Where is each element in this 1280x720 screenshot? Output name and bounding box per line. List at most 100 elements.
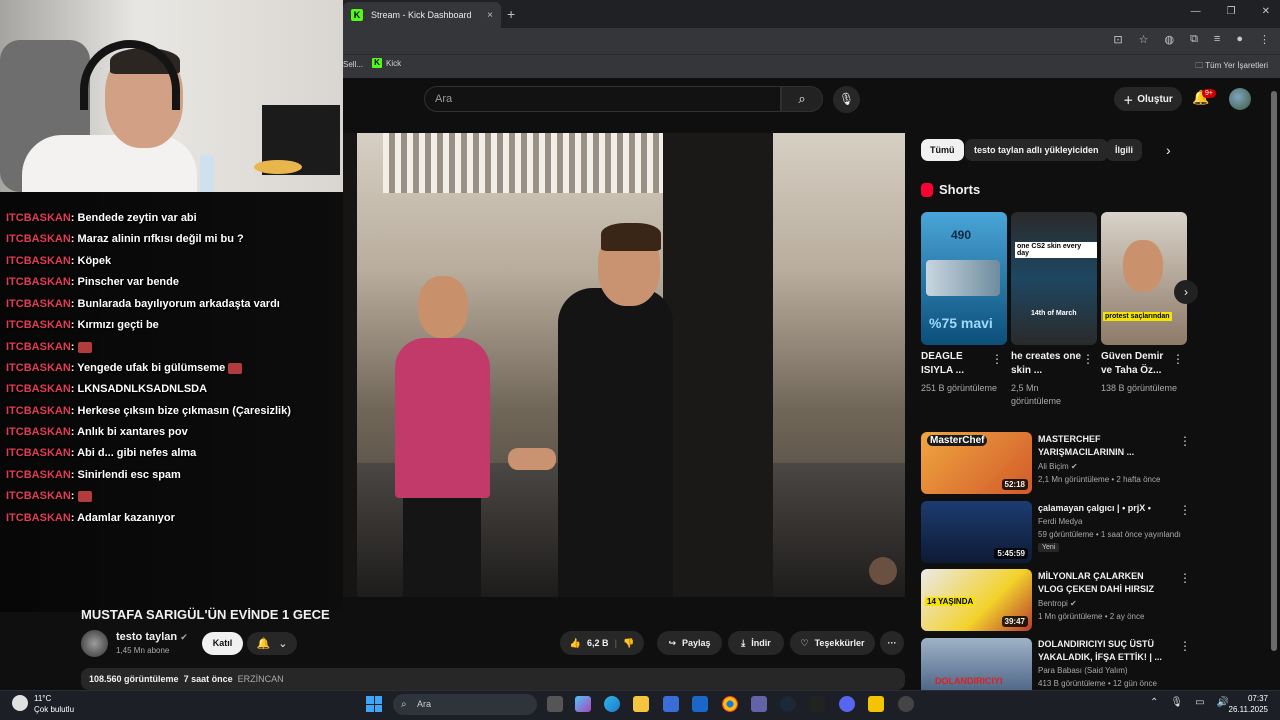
all-bookmarks[interactable]: 🗀 Tüm Yer İşaretleri — [1195, 60, 1268, 74]
page-scrollbar[interactable] — [1271, 86, 1277, 686]
new-tab-button[interactable]: + — [507, 6, 515, 22]
thumbnail-text: 14 YAŞINDA — [925, 597, 976, 606]
teams-icon[interactable] — [751, 696, 767, 712]
more-actions-button[interactable]: ··· — [880, 631, 904, 655]
related-video-title[interactable]: çalamayan çalgıcı | • prjX • — [1038, 502, 1163, 515]
related-video-channel[interactable]: Ferdi Medya — [1038, 517, 1082, 526]
taskbar-clock[interactable]: 07:37 26.11.2025 — [1228, 693, 1268, 715]
profile-icon[interactable]: ● — [1236, 33, 1243, 46]
like-icon[interactable]: 👍 — [570, 638, 581, 649]
chevron-right-icon[interactable]: › — [1166, 142, 1171, 158]
related-video-title[interactable]: DOLANDIRICIYI SUÇ ÜSTÜ YAKALADIK, İFŞA E… — [1038, 638, 1163, 664]
minimize-button[interactable]: — — [1191, 6, 1201, 17]
task-view-icon[interactable] — [547, 696, 563, 712]
subscription-notification-button[interactable]: 🔔 ⌄ — [247, 632, 297, 655]
voice-search-button[interactable]: 🎙 — [833, 86, 860, 113]
video-thumbnail[interactable]: MasterChef 52:18 — [921, 432, 1032, 494]
short-menu-icon[interactable]: ⋮ — [1172, 352, 1184, 366]
channel-name[interactable]: testo taylan ✔ — [116, 631, 188, 643]
divider: | — [614, 638, 618, 648]
display-icon[interactable]: ▭ — [1195, 697, 1204, 708]
app-icon[interactable] — [809, 696, 825, 712]
app-icon[interactable] — [868, 696, 884, 712]
emote-icon — [228, 362, 243, 374]
video-menu-icon[interactable]: ⋮ — [1179, 434, 1191, 448]
copilot-icon[interactable] — [575, 696, 591, 712]
join-button[interactable]: Katıl — [202, 632, 243, 655]
steam-icon[interactable] — [780, 696, 796, 712]
scrollbar-thumb[interactable] — [1271, 91, 1277, 651]
tab-close-icon[interactable]: × — [487, 10, 493, 21]
outlook-icon[interactable] — [692, 696, 708, 712]
video-menu-icon[interactable]: ⋮ — [1179, 571, 1191, 585]
menu-dots-icon[interactable]: ⋮ — [1259, 33, 1270, 46]
short-thumbnail[interactable]: 490 %75 mavi — [921, 212, 1007, 345]
install-app-icon[interactable]: ⊡ — [1113, 33, 1122, 46]
bookmark-kick[interactable]: K Kick — [372, 58, 401, 68]
short-title[interactable]: DEAGLE ISIYLA ... — [921, 350, 993, 378]
description-box[interactable]: 108.560 görüntüleme 7 saat önce ERZİNCAN — [81, 668, 905, 690]
related-video-channel[interactable]: Para Babası (Said Yalım) — [1038, 666, 1128, 675]
account-avatar[interactable] — [1229, 88, 1251, 110]
subscriber-count: 1,45 Mn abone — [116, 646, 170, 655]
related-video-channel[interactable]: Ali Biçim ✔ — [1038, 462, 1078, 471]
maximize-button[interactable]: ❐ — [1227, 6, 1236, 17]
short-thumbnail[interactable]: protest saçlarından — [1101, 212, 1187, 345]
chrome-icon[interactable] — [722, 696, 738, 712]
chat-username: ITCBASKAN — [6, 490, 71, 502]
thumbnail-text: MasterChef — [927, 435, 988, 446]
download-button[interactable]: ⤓ İndir — [728, 631, 784, 655]
chat-message: ITCBASKAN: Adamlar kazanıyor — [6, 512, 175, 524]
chat-text: : Maraz alinin rıfkısı değil mi bu ? — [70, 233, 244, 245]
like-count[interactable]: 6,2 B — [587, 638, 609, 648]
video-player[interactable] — [343, 133, 905, 597]
video-menu-icon[interactable]: ⋮ — [1179, 639, 1191, 653]
chat-username: ITCBASKAN — [6, 447, 71, 459]
related-video-channel[interactable]: Bentropi ✔ — [1038, 599, 1077, 608]
related-video-title[interactable]: MASTERCHEF YARIŞMACILARININ ... — [1038, 433, 1163, 459]
video-menu-icon[interactable]: ⋮ — [1179, 503, 1191, 517]
chat-message: ITCBASKAN: Pinscher var bende — [6, 276, 179, 288]
windows-start-icon[interactable] — [366, 696, 382, 712]
chat-message: ITCBASKAN: Herkese çıksın bize çıkmasın … — [6, 405, 291, 417]
extension-icon[interactable]: ◍ — [1164, 33, 1174, 46]
short-title[interactable]: he creates one skin ... — [1011, 350, 1083, 378]
search-input[interactable]: Ara — [424, 86, 781, 112]
chip-related[interactable]: İlgili — [1106, 139, 1142, 161]
taskbar-search[interactable]: ⌕ Ara — [393, 694, 537, 715]
short-title[interactable]: Güven Demir ve Taha Öz... — [1101, 350, 1173, 378]
file-explorer-icon[interactable] — [633, 696, 649, 712]
store-icon[interactable] — [663, 696, 679, 712]
related-video-meta: 59 görüntüleme • 1 saat önce yayınlandı — [1038, 530, 1181, 539]
bookmark-star-icon[interactable]: ☆ — [1139, 33, 1149, 46]
shorts-next-button[interactable]: › — [1174, 280, 1198, 304]
related-video-title[interactable]: MİLYONLAR ÇALARKEN VLOG ÇEKEN DAHİ HIRSI… — [1038, 570, 1163, 596]
discord-icon[interactable] — [839, 696, 855, 712]
thanks-label: Teşekkürler — [814, 638, 865, 648]
dislike-icon[interactable]: 👎 — [623, 638, 634, 649]
browser-tab[interactable]: K Stream - Kick Dashboard × — [343, 2, 501, 28]
obs-icon[interactable] — [898, 696, 914, 712]
share-button[interactable]: ↪ Paylaş — [657, 631, 722, 655]
channel-avatar[interactable] — [81, 630, 108, 657]
search-button[interactable]: ⌕ — [781, 86, 823, 112]
video-thumbnail[interactable]: 5:45:59 — [921, 501, 1032, 563]
microphone-icon[interactable]: 🎙 — [1170, 697, 1183, 708]
thanks-button[interactable]: ♡ Teşekkürler — [790, 631, 875, 655]
edge-icon[interactable] — [604, 696, 620, 712]
bookmark-item[interactable]: Sell... — [343, 60, 363, 69]
weather-widget[interactable]: 11°C Çok bulutlu — [12, 693, 74, 715]
puzzle-icon[interactable]: ⧉ — [1190, 33, 1198, 46]
location-tag[interactable]: ERZİNCAN — [238, 674, 284, 684]
chevron-up-icon[interactable]: ⌃ — [1150, 697, 1158, 708]
media-icon[interactable]: ≡ — [1214, 33, 1220, 46]
chip-all[interactable]: Tümü — [921, 139, 964, 161]
short-menu-icon[interactable]: ⋮ — [991, 352, 1003, 366]
short-menu-icon[interactable]: ⋮ — [1082, 352, 1094, 366]
close-window-button[interactable]: ✕ — [1262, 6, 1270, 17]
video-thumbnail[interactable]: DOLANDIRICIYI — [921, 638, 1032, 690]
short-thumbnail[interactable]: one CS2 skin every day 14th of March — [1011, 212, 1097, 345]
video-thumbnail[interactable]: 14 YAŞINDA 39:47 — [921, 569, 1032, 631]
create-button[interactable]: ＋ Oluştur — [1114, 87, 1182, 111]
chip-uploader[interactable]: testo taylan adlı yükleyiciden — [965, 139, 1108, 161]
